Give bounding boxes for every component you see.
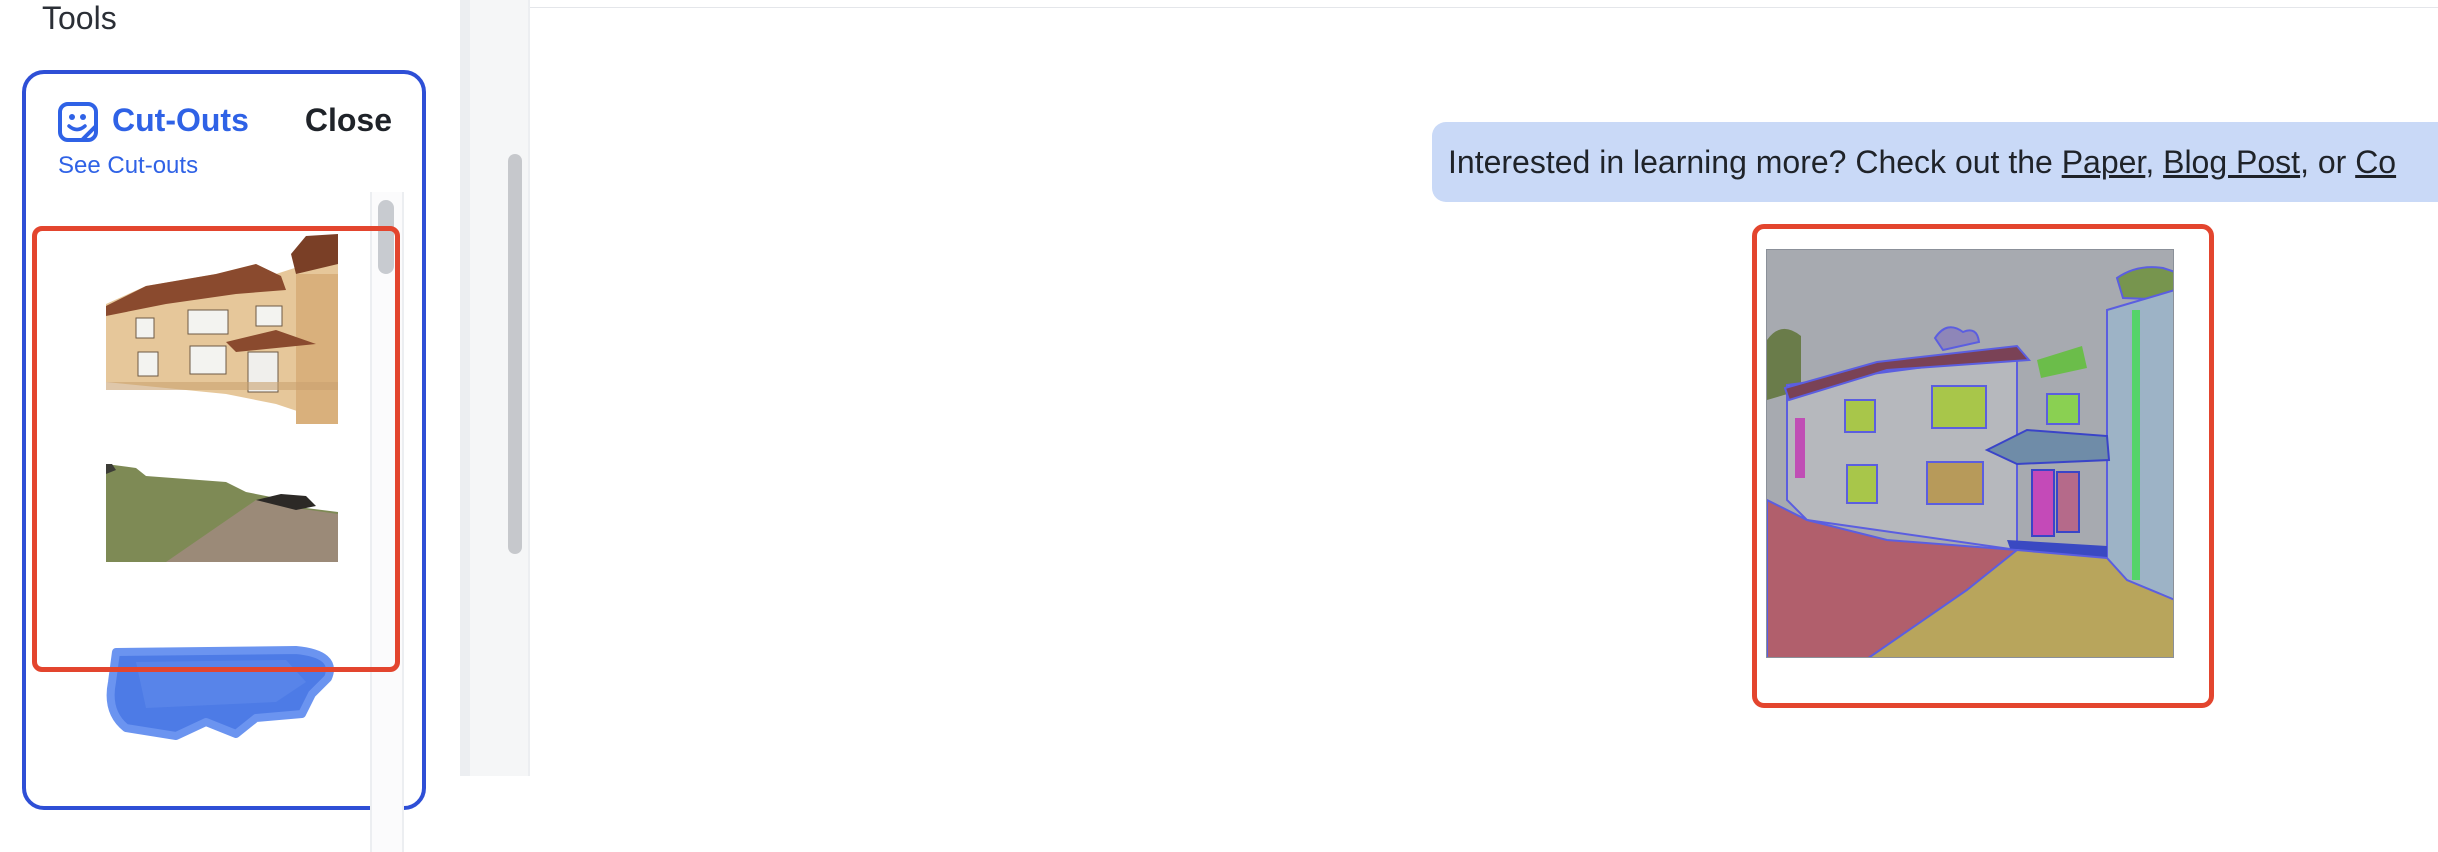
blog-post-link[interactable]: Blog Post: [2163, 144, 2300, 180]
cutouts-icon: [58, 102, 98, 142]
code-link[interactable]: Co: [2355, 144, 2396, 180]
banner-text: Interested in learning more? Check out t…: [1448, 144, 2062, 180]
paper-link[interactable]: Paper: [2062, 144, 2146, 180]
banner-separator-1: ,: [2145, 144, 2164, 180]
cutouts-scrollbar-thumb[interactable]: [378, 200, 394, 274]
tools-title: Tools: [42, 0, 117, 36]
panel-scrollbar[interactable]: [460, 0, 530, 776]
panel-scrollbar-thumb[interactable]: [508, 154, 522, 554]
cutouts-header: Cut-Outs Close: [58, 96, 392, 142]
cutouts-scrollbar[interactable]: [370, 192, 404, 852]
cutout-thumbnail-blob[interactable]: [106, 642, 338, 752]
cutout-thumbnail-house[interactable]: [106, 234, 338, 424]
cutout-thumbnail-ground[interactable]: [106, 464, 338, 594]
segmented-image[interactable]: [1766, 249, 2174, 658]
cutouts-title: Cut-Outs: [112, 102, 249, 138]
banner-separator-2: , or: [2300, 144, 2356, 180]
tools-panel: Tools Cut-Outs Close See Cut-outs: [0, 0, 460, 852]
cutouts-card: Cut-Outs Close See Cut-outs: [22, 70, 426, 852]
info-banner: Interested in learning more? Check out t…: [1432, 122, 2438, 202]
top-divider: [528, 7, 2438, 8]
close-button[interactable]: Close: [305, 98, 392, 142]
panel-scrollbar-edge: [460, 0, 470, 776]
cutouts-list[interactable]: [36, 194, 376, 834]
see-cutouts-link[interactable]: See Cut-outs: [58, 152, 198, 180]
